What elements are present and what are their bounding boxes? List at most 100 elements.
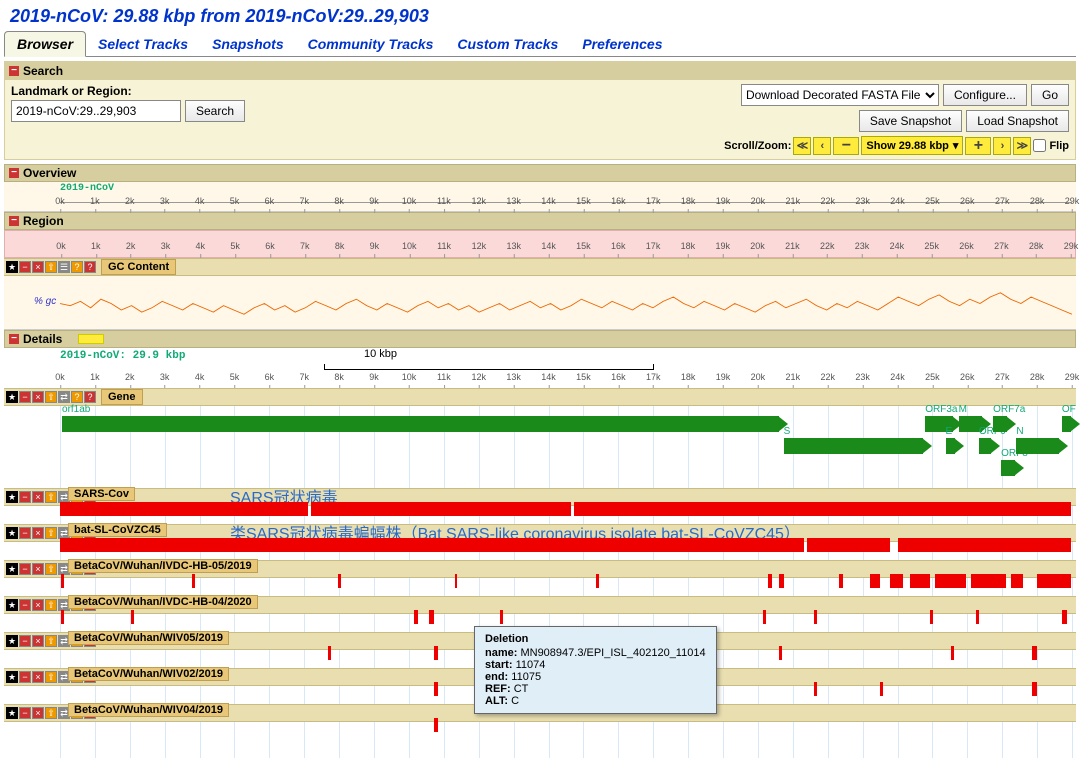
align-track[interactable]: SARS-CovSARS冠状病毒 <box>60 488 1072 518</box>
tab-custom-tracks[interactable]: Custom Tracks <box>445 32 570 56</box>
track-ctrl-icon[interactable]: ⇧ <box>45 563 57 575</box>
align-segment[interactable] <box>61 610 64 624</box>
gene-orf1ab[interactable] <box>62 416 778 432</box>
align-segment[interactable] <box>328 646 331 660</box>
close-track-icon[interactable]: − <box>19 391 31 403</box>
collapse-icon[interactable]: − <box>9 168 19 178</box>
collapse-icon[interactable]: − <box>9 334 19 344</box>
align-segment[interactable] <box>61 574 64 588</box>
search-button[interactable]: Search <box>185 100 245 122</box>
align-segment[interactable] <box>971 574 1006 588</box>
track-ctrl-icon[interactable]: × <box>32 563 44 575</box>
gene-N[interactable] <box>1016 438 1059 454</box>
align-segment[interactable] <box>898 538 1071 552</box>
track-ctrl-icon[interactable]: − <box>19 599 31 611</box>
flip-checkbox[interactable]: Flip <box>1033 139 1069 152</box>
track-ctrl-icon[interactable]: × <box>32 599 44 611</box>
gene-S[interactable] <box>784 438 924 454</box>
align-segment[interactable] <box>890 574 903 588</box>
remove-track-icon[interactable]: × <box>32 261 44 273</box>
align-segment[interactable] <box>596 574 599 588</box>
load-snapshot-button[interactable]: Load Snapshot <box>966 110 1069 132</box>
track-ctrl-icon[interactable]: ⇧ <box>45 671 57 683</box>
share-track-icon[interactable]: ⇧ <box>45 261 57 273</box>
align-track[interactable]: bat-SL-CoVZC45类SARS冠状病毒蝙蝠株（Bat SARS-like… <box>60 524 1072 554</box>
track-menu-icon[interactable]: ☰ <box>58 261 70 273</box>
config-track-icon[interactable]: ? <box>71 391 83 403</box>
align-segment[interactable] <box>880 682 883 696</box>
align-segment[interactable] <box>1011 574 1023 588</box>
align-track[interactable]: BetaCoV/Wuhan/IVDC-HB-04/2020 <box>60 596 1072 626</box>
align-segment[interactable] <box>429 610 434 624</box>
track-ctrl-icon[interactable]: × <box>32 707 44 719</box>
align-segment[interactable] <box>574 502 1071 516</box>
track-ctrl-icon[interactable]: ⇧ <box>45 707 57 719</box>
track-ctrl-icon[interactable]: ⇧ <box>45 599 57 611</box>
help-track-icon[interactable]: ? <box>84 391 96 403</box>
align-segment[interactable] <box>930 610 933 624</box>
zoom-out-icon[interactable]: − <box>833 137 859 155</box>
remove-track-icon[interactable]: × <box>32 391 44 403</box>
track-ctrl-icon[interactable]: ★ <box>6 599 18 611</box>
align-segment[interactable] <box>434 646 438 660</box>
collapse-icon[interactable]: − <box>9 66 19 76</box>
track-ctrl-icon[interactable]: ★ <box>6 707 18 719</box>
track-ctrl-icon[interactable]: × <box>32 671 44 683</box>
align-segment[interactable] <box>434 718 438 732</box>
align-segment[interactable] <box>455 574 458 588</box>
download-select[interactable]: Download Decorated FASTA File <box>741 84 939 106</box>
align-segment[interactable] <box>434 682 438 696</box>
collapse-icon[interactable]: − <box>9 216 19 226</box>
track-ctrl-icon[interactable]: − <box>19 563 31 575</box>
gene-track[interactable]: orf1abSORF3aEMORF6ORF7aORF8NOF <box>60 408 1072 482</box>
help-track-icon[interactable]: ? <box>84 261 96 273</box>
align-segment[interactable] <box>910 574 930 588</box>
track-ctrl-icon[interactable]: × <box>32 527 44 539</box>
detail-ruler[interactable]: 2019-nCoV: 29.9 kbp 10 kbp 0k1k2k3k4k5k6… <box>4 348 1076 388</box>
go-button[interactable]: Go <box>1031 84 1069 106</box>
share-track-icon[interactable]: ⇧ <box>45 391 57 403</box>
align-segment[interactable] <box>814 682 817 696</box>
tab-browser[interactable]: Browser <box>4 31 86 57</box>
align-segment[interactable] <box>951 646 954 660</box>
zoom-select[interactable]: Show 29.88 kbp▾ <box>861 136 963 155</box>
save-snapshot-button[interactable]: Save Snapshot <box>859 110 962 132</box>
track-ctrl-icon[interactable]: − <box>19 707 31 719</box>
align-segment[interactable] <box>414 610 418 624</box>
track-ctrl-icon[interactable]: × <box>32 491 44 503</box>
align-segment[interactable] <box>1032 682 1037 696</box>
track-ctrl-icon[interactable]: ★ <box>6 671 18 683</box>
track-ctrl-icon[interactable]: − <box>19 671 31 683</box>
overview-ruler[interactable]: 2019-nCoV 0k1k2k3k4k5k6k7k8k9k10k11k12k1… <box>4 182 1076 212</box>
track-ctrl-icon[interactable]: ★ <box>6 527 18 539</box>
align-segment[interactable] <box>870 574 880 588</box>
align-segment[interactable] <box>814 610 817 624</box>
gc-plot[interactable]: % gc <box>4 276 1076 330</box>
scroll-far-right-icon[interactable]: ≫ <box>1013 137 1031 155</box>
track-menu-icon[interactable]: ⇄ <box>58 391 70 403</box>
align-segment[interactable] <box>779 646 782 660</box>
gene-ORF8[interactable] <box>1001 460 1015 476</box>
align-segment[interactable] <box>839 574 843 588</box>
align-segment[interactable] <box>807 538 890 552</box>
config-track-icon[interactable]: ? <box>71 261 83 273</box>
tab-preferences[interactable]: Preferences <box>570 32 674 56</box>
configure-button[interactable]: Configure... <box>943 84 1027 106</box>
align-segment[interactable] <box>500 610 503 624</box>
align-segment[interactable] <box>131 610 134 624</box>
close-track-icon[interactable]: − <box>19 261 31 273</box>
align-segment[interactable] <box>338 574 341 588</box>
region-input[interactable] <box>11 100 181 122</box>
align-track[interactable]: BetaCoV/Wuhan/IVDC-HB-05/2019 <box>60 560 1072 590</box>
align-segment[interactable] <box>1062 610 1067 624</box>
track-ctrl-icon[interactable]: − <box>19 491 31 503</box>
align-segment[interactable] <box>311 502 571 516</box>
favorite-icon[interactable]: ★ <box>6 261 18 273</box>
tab-community-tracks[interactable]: Community Tracks <box>296 32 446 56</box>
region-ruler[interactable]: 0k1k2k3k4k5k6k7k8k9k10k11k12k13k14k15k16… <box>4 230 1076 258</box>
align-segment[interactable] <box>779 574 784 588</box>
align-segment[interactable] <box>1032 646 1037 660</box>
scroll-left-icon[interactable]: ‹ <box>813 137 831 155</box>
track-ctrl-icon[interactable]: − <box>19 635 31 647</box>
track-ctrl-icon[interactable]: ⇧ <box>45 491 57 503</box>
